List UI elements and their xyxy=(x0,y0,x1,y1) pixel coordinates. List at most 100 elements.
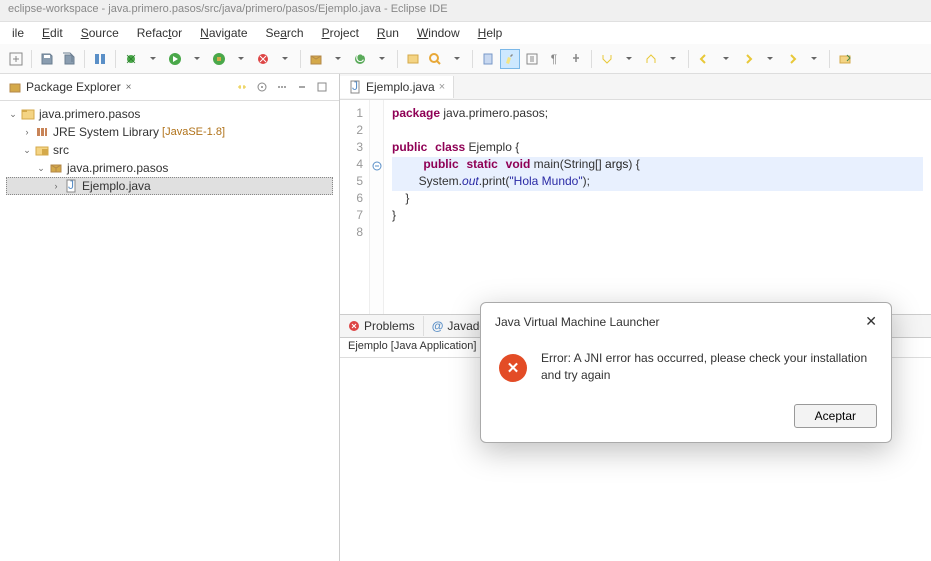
package-label: java.primero.pasos xyxy=(67,161,168,175)
code-editor[interactable]: 1 2 3 4 5 6 7 8 package java.primero.pas… xyxy=(340,100,931,314)
close-tab-icon[interactable]: × xyxy=(439,81,445,93)
menu-help[interactable]: Help xyxy=(470,24,511,42)
run-icon[interactable] xyxy=(165,49,185,69)
expand-icon[interactable]: ⌄ xyxy=(6,109,20,120)
back-icon[interactable] xyxy=(694,49,714,69)
separator xyxy=(31,50,32,68)
src-node[interactable]: ⌄ src xyxy=(6,141,333,159)
open-project-icon[interactable] xyxy=(835,49,855,69)
separator xyxy=(829,50,830,68)
toggle-icon[interactable] xyxy=(90,49,110,69)
editor-tab[interactable]: J Ejemplo.java × xyxy=(340,76,454,98)
project-label: java.primero.pasos xyxy=(39,107,140,121)
menu-window[interactable]: Window xyxy=(409,24,468,42)
save-icon[interactable] xyxy=(37,49,57,69)
show-whitespace-icon[interactable]: ¶ xyxy=(544,49,564,69)
package-explorer-header: Package Explorer × xyxy=(0,74,339,101)
problems-icon xyxy=(348,320,360,332)
package-icon xyxy=(48,160,64,176)
project-icon xyxy=(20,106,36,122)
close-view-icon[interactable]: × xyxy=(126,82,132,93)
error-icon: ✕ xyxy=(499,354,527,382)
forward-icon[interactable] xyxy=(738,49,758,69)
method-marker-icon[interactable] xyxy=(370,157,383,174)
toggle-highlight-icon[interactable] xyxy=(500,49,520,69)
project-tree: ⌄ java.primero.pasos › JRE System Librar… xyxy=(0,101,339,199)
menubar: ile Edit Source Refactor Navigate Search… xyxy=(0,22,931,44)
separator xyxy=(591,50,592,68)
new-package-dropdown-icon[interactable] xyxy=(328,49,348,69)
separator xyxy=(115,50,116,68)
run-last-dropdown-icon[interactable] xyxy=(275,49,295,69)
new-class-icon[interactable]: C xyxy=(350,49,370,69)
link-editor-icon[interactable] xyxy=(233,78,251,96)
menu-file[interactable]: ile xyxy=(4,24,32,42)
prev-annotation-icon[interactable] xyxy=(641,49,661,69)
new-package-icon[interactable] xyxy=(306,49,326,69)
menu-navigate[interactable]: Navigate xyxy=(192,24,255,42)
maximize-icon[interactable] xyxy=(313,78,331,96)
toolbar: C ¶ xyxy=(0,44,931,74)
jre-node[interactable]: › JRE System Library [JavaSE-1.8] xyxy=(6,123,333,141)
annotation-column xyxy=(370,100,384,314)
menu-edit[interactable]: Edit xyxy=(34,24,71,42)
jre-version: [JavaSE-1.8] xyxy=(162,126,225,138)
toolbar-expand-icon[interactable] xyxy=(6,49,26,69)
tab-problems-label: Problems xyxy=(364,319,415,333)
pin-icon[interactable] xyxy=(566,49,586,69)
minimize-icon[interactable] xyxy=(293,78,311,96)
accept-button[interactable]: Aceptar xyxy=(794,404,877,428)
toggle-block-icon[interactable] xyxy=(522,49,542,69)
next-annotation-icon[interactable] xyxy=(597,49,617,69)
view-menu-icon[interactable] xyxy=(273,78,291,96)
debug-dropdown-icon[interactable] xyxy=(143,49,163,69)
project-node[interactable]: ⌄ java.primero.pasos xyxy=(6,105,333,123)
code-body[interactable]: package java.primero.pasos; public class… xyxy=(384,100,931,314)
svg-text:J: J xyxy=(352,80,358,93)
debug-icon[interactable] xyxy=(121,49,141,69)
separator xyxy=(300,50,301,68)
separator xyxy=(397,50,398,68)
focus-icon[interactable] xyxy=(253,78,271,96)
last-edit-icon[interactable] xyxy=(782,49,802,69)
open-type-icon[interactable] xyxy=(403,49,423,69)
menu-run[interactable]: Run xyxy=(369,24,407,42)
svg-text:¶: ¶ xyxy=(551,52,557,66)
prev-dropdown-icon[interactable] xyxy=(663,49,683,69)
coverage-icon[interactable] xyxy=(209,49,229,69)
separator xyxy=(84,50,85,68)
last-edit-dropdown-icon[interactable] xyxy=(804,49,824,69)
menu-project[interactable]: Project xyxy=(314,24,367,42)
back-dropdown-icon[interactable] xyxy=(716,49,736,69)
search-dropdown-icon[interactable] xyxy=(447,49,467,69)
run-dropdown-icon[interactable] xyxy=(187,49,207,69)
file-node[interactable]: › J Ejemplo.java xyxy=(6,177,333,195)
dialog-message: Error: A JNI error has occurred, please … xyxy=(541,350,873,384)
expand-icon[interactable]: › xyxy=(49,181,63,191)
new-class-dropdown-icon[interactable] xyxy=(372,49,392,69)
forward-dropdown-icon[interactable] xyxy=(760,49,780,69)
search-icon[interactable] xyxy=(425,49,445,69)
expand-icon[interactable]: ⌄ xyxy=(34,163,48,174)
expand-icon[interactable]: ⌄ xyxy=(20,145,34,156)
svg-text:C: C xyxy=(356,52,365,65)
separator xyxy=(472,50,473,68)
expand-icon[interactable]: › xyxy=(20,127,34,137)
next-dropdown-icon[interactable] xyxy=(619,49,639,69)
toggle-mark-icon[interactable] xyxy=(478,49,498,69)
run-last-icon[interactable] xyxy=(253,49,273,69)
tab-problems[interactable]: Problems xyxy=(340,316,424,336)
editor-tab-bar: J Ejemplo.java × xyxy=(340,74,931,100)
separator xyxy=(688,50,689,68)
java-file-icon: J xyxy=(348,80,362,94)
window-titlebar: eclipse-workspace - java.primero.pasos/s… xyxy=(0,0,931,22)
menu-refactor[interactable]: Refactor xyxy=(129,24,190,42)
package-node[interactable]: ⌄ java.primero.pasos xyxy=(6,159,333,177)
menu-source[interactable]: Source xyxy=(73,24,127,42)
save-all-icon[interactable] xyxy=(59,49,79,69)
svg-text:J: J xyxy=(68,179,74,192)
jre-label: JRE System Library xyxy=(53,125,159,139)
menu-search[interactable]: Search xyxy=(258,24,312,42)
coverage-dropdown-icon[interactable] xyxy=(231,49,251,69)
dialog-close-icon[interactable]: ✕ xyxy=(865,313,877,330)
